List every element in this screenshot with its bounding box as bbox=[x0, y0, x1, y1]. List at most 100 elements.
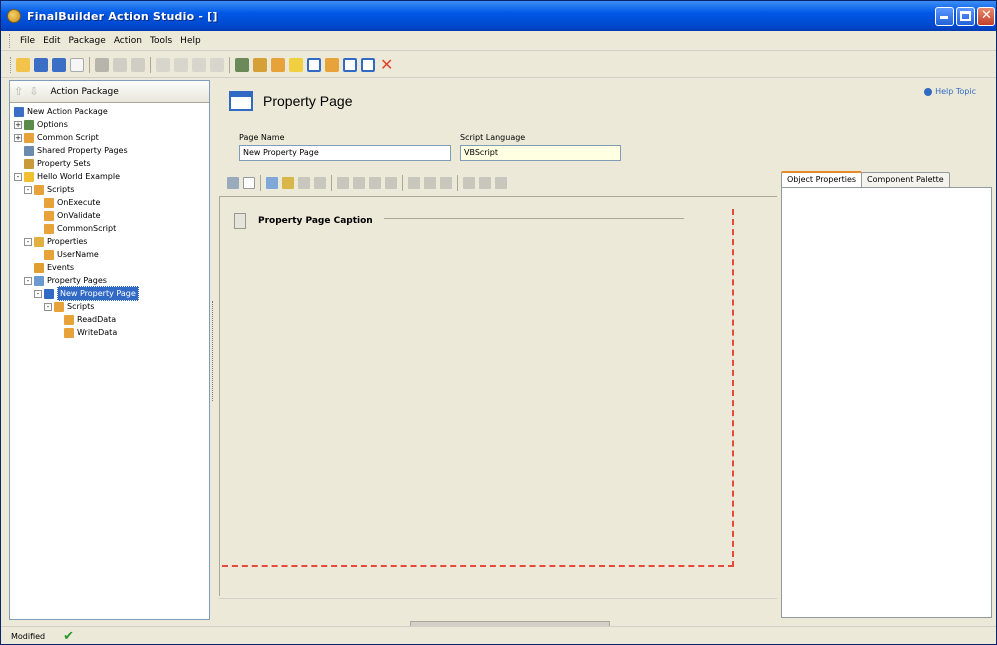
align-grid-icon[interactable] bbox=[298, 177, 310, 189]
align-left-icon[interactable] bbox=[337, 177, 349, 189]
blank-tool-icon[interactable] bbox=[243, 177, 255, 189]
grid-icon[interactable] bbox=[266, 177, 278, 189]
add-page-icon[interactable] bbox=[307, 57, 321, 72]
tree-node[interactable]: - New Property Page bbox=[10, 286, 209, 301]
same-width-icon[interactable] bbox=[440, 177, 452, 189]
menu-package[interactable]: Package bbox=[65, 36, 110, 46]
property-sets-icon bbox=[24, 158, 34, 169]
close-button[interactable]: ✕ bbox=[977, 7, 995, 26]
add-property-icon[interactable] bbox=[289, 57, 303, 72]
script-language-label: Script Language bbox=[460, 133, 526, 142]
tree-node[interactable]: UserName bbox=[10, 248, 209, 261]
move-down-icon[interactable]: ⇩ bbox=[29, 85, 38, 98]
expander-icon[interactable]: + bbox=[14, 120, 22, 129]
help-topic-label: Help Topic bbox=[935, 87, 976, 96]
align-center-icon[interactable] bbox=[353, 177, 365, 189]
tree-node[interactable]: + Common Script bbox=[10, 131, 209, 144]
paste-icon[interactable] bbox=[131, 57, 145, 72]
minimize-button[interactable] bbox=[935, 7, 954, 26]
scripts-icon bbox=[54, 301, 64, 312]
splitter[interactable] bbox=[212, 301, 216, 401]
menu-grip[interactable] bbox=[9, 33, 12, 48]
property-pages-icon bbox=[34, 275, 44, 286]
page-caption[interactable]: Property Page Caption bbox=[234, 213, 373, 229]
menu-help[interactable]: Help bbox=[176, 36, 205, 46]
align-right-icon[interactable] bbox=[369, 177, 381, 189]
help-topic-link[interactable]: Help Topic bbox=[924, 87, 976, 96]
tree-node-label: ReadData bbox=[77, 315, 117, 324]
page-boundary-bottom[interactable] bbox=[222, 565, 734, 567]
tree-node[interactable]: - Hello World Example bbox=[10, 170, 209, 183]
snap-icon[interactable] bbox=[282, 177, 294, 189]
expander-icon[interactable]: - bbox=[34, 289, 42, 298]
center-v-icon[interactable] bbox=[495, 177, 507, 189]
tree-node[interactable]: CommonScript bbox=[10, 222, 209, 235]
tree-node[interactable]: Events bbox=[10, 261, 209, 274]
expander-icon[interactable]: + bbox=[14, 133, 22, 142]
menu-edit[interactable]: Edit bbox=[39, 36, 64, 46]
replace-all-icon[interactable] bbox=[210, 57, 224, 72]
delete-icon[interactable]: ✕ bbox=[380, 56, 393, 72]
replace-icon[interactable] bbox=[192, 57, 206, 72]
find-icon[interactable] bbox=[156, 57, 170, 72]
expander-icon[interactable]: - bbox=[24, 276, 32, 285]
package-tree: New Action Package + Options + Common Script… bbox=[10, 103, 209, 339]
new-file-icon[interactable] bbox=[70, 57, 84, 72]
properties-icon bbox=[34, 236, 44, 247]
menu-action[interactable]: Action bbox=[110, 36, 146, 46]
find-next-icon[interactable] bbox=[174, 57, 188, 72]
action-package-title: Action Package bbox=[50, 86, 119, 97]
script-language-input[interactable]: VBScript bbox=[460, 145, 621, 161]
add-action-icon[interactable] bbox=[235, 57, 249, 72]
center-h-icon[interactable] bbox=[479, 177, 491, 189]
page-boundary-right[interactable] bbox=[732, 209, 734, 567]
tree-node[interactable]: New Action Package bbox=[10, 105, 209, 118]
align-top-icon[interactable] bbox=[385, 177, 397, 189]
open-icon[interactable] bbox=[34, 57, 48, 72]
tree-node[interactable]: Shared Property Pages bbox=[10, 144, 209, 157]
same-height-icon[interactable] bbox=[463, 177, 475, 189]
action-package-icon[interactable] bbox=[253, 57, 267, 72]
expander-icon[interactable]: - bbox=[14, 172, 22, 181]
move-up-icon[interactable]: ⇧ bbox=[14, 85, 23, 98]
tree-node[interactable]: OnExecute bbox=[10, 196, 209, 209]
tree-node[interactable]: OnValidate bbox=[10, 209, 209, 222]
designer-toolbar bbox=[217, 171, 779, 195]
new-package-icon[interactable] bbox=[16, 57, 30, 72]
tree-node[interactable]: - Scripts bbox=[10, 183, 209, 196]
expander-icon[interactable]: - bbox=[24, 237, 32, 246]
events-icon bbox=[34, 262, 44, 273]
cut-icon[interactable] bbox=[95, 57, 109, 72]
space-h-icon[interactable] bbox=[408, 177, 420, 189]
page-name-input[interactable]: New Property Page bbox=[239, 145, 451, 161]
object-properties-body bbox=[781, 187, 992, 618]
select-tool-icon[interactable] bbox=[227, 177, 239, 189]
design-canvas[interactable]: Property Page Caption bbox=[219, 196, 777, 596]
menu-bar: File Edit Package Action Tools Help bbox=[1, 31, 996, 51]
tree-node[interactable]: Property Sets bbox=[10, 157, 209, 170]
main-toolbar: ✕ bbox=[1, 52, 996, 78]
menu-file[interactable]: File bbox=[16, 36, 39, 46]
tree-node[interactable]: ReadData bbox=[10, 313, 209, 326]
tree-node[interactable]: - Properties bbox=[10, 235, 209, 248]
menu-tools[interactable]: Tools bbox=[146, 36, 176, 46]
size-icon[interactable] bbox=[314, 177, 326, 189]
space-v-icon[interactable] bbox=[424, 177, 436, 189]
maximize-button[interactable] bbox=[956, 7, 975, 26]
expander-icon[interactable]: - bbox=[44, 302, 52, 311]
add-script-icon[interactable] bbox=[271, 57, 285, 72]
tree-node[interactable]: + Options bbox=[10, 118, 209, 131]
copy-icon[interactable] bbox=[113, 57, 127, 72]
tree-node[interactable]: - Scripts bbox=[10, 300, 209, 313]
add-event-icon[interactable] bbox=[325, 57, 339, 72]
page-properties-icon[interactable] bbox=[343, 57, 357, 72]
tab-component-palette[interactable]: Component Palette bbox=[861, 172, 950, 187]
package-icon bbox=[14, 106, 24, 117]
tree-node[interactable]: WriteData bbox=[10, 326, 209, 339]
tree-node-label: Options bbox=[37, 120, 68, 129]
expander-icon[interactable]: - bbox=[24, 185, 32, 194]
preview-icon[interactable] bbox=[361, 57, 375, 72]
tab-object-properties[interactable]: Object Properties bbox=[781, 171, 863, 187]
save-icon[interactable] bbox=[52, 57, 66, 72]
title-bar[interactable]: FinalBuilder Action Studio - [] ✕ bbox=[1, 1, 996, 31]
